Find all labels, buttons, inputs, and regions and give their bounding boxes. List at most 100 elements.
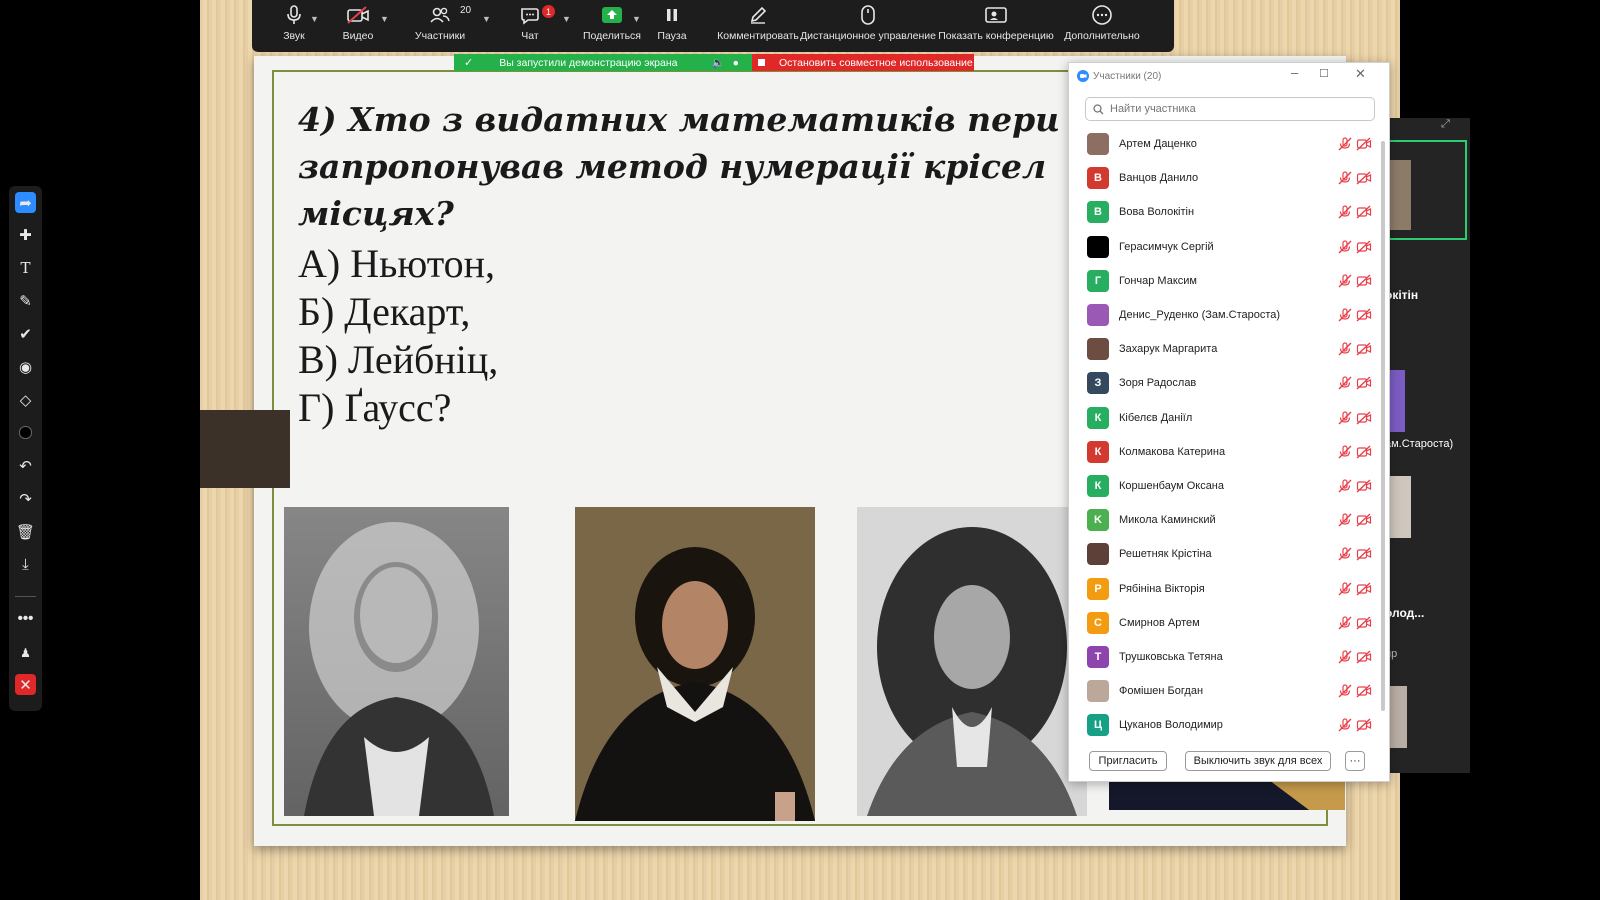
video-off-icon[interactable] (1356, 375, 1372, 391)
video-off-icon[interactable] (1356, 239, 1372, 255)
video-off-icon[interactable] (1356, 170, 1372, 186)
clear-trash-icon[interactable]: 🗑 (15, 521, 36, 542)
participant-row[interactable]: К Колмакова Катерина (1069, 435, 1375, 469)
participant-row[interactable]: Артем Даценко (1069, 127, 1375, 161)
search-input[interactable] (1108, 102, 1362, 116)
video-off-icon[interactable] (1356, 478, 1372, 494)
participant-row[interactable]: Фомішен Богдан (1069, 674, 1375, 708)
color-format-icon[interactable] (15, 422, 36, 443)
annotator-name-icon[interactable]: ♟ (15, 642, 36, 663)
participant-row[interactable]: Герасимчук Сергій (1069, 230, 1375, 264)
select-arrow-icon[interactable]: ➦ (15, 192, 36, 213)
move-icon[interactable]: ✚ (15, 224, 36, 245)
more-button[interactable]: Дополнительно (1062, 0, 1142, 52)
more-options-button[interactable]: ··· (1345, 751, 1365, 771)
muted-mic-icon[interactable] (1337, 204, 1353, 220)
video-caret-icon[interactable]: ▼ (380, 14, 389, 24)
muted-mic-icon[interactable] (1337, 546, 1353, 562)
muted-mic-icon[interactable] (1337, 478, 1353, 494)
participant-search[interactable] (1085, 97, 1375, 121)
gallery-name: ам.Староста) (1385, 438, 1454, 450)
audio-button[interactable]: Звук (274, 0, 314, 52)
participant-row[interactable]: K Микола Каминский (1069, 503, 1375, 537)
muted-mic-icon[interactable] (1337, 615, 1353, 631)
video-off-icon[interactable] (1356, 615, 1372, 631)
muted-mic-icon[interactable] (1337, 273, 1353, 289)
annotate-button[interactable]: Комментировать (717, 0, 799, 52)
invite-button[interactable]: Пригласить (1089, 751, 1167, 771)
video-off-icon[interactable] (1356, 581, 1372, 597)
participants-caret-icon[interactable]: ▼ (482, 14, 491, 24)
video-off-icon[interactable] (1356, 307, 1372, 323)
chat-badge: 1 (542, 5, 555, 18)
video-off-icon[interactable] (1356, 410, 1372, 426)
shield-icon[interactable]: ● (733, 57, 739, 69)
video-off-icon[interactable] (1356, 717, 1372, 733)
remote-control-button[interactable]: Дистанционное управление (800, 0, 936, 52)
video-off-icon[interactable] (1356, 341, 1372, 357)
show-conference-button[interactable]: Показать конференцию (938, 0, 1054, 52)
more-options-icon[interactable]: ••• (15, 608, 36, 629)
video-button[interactable]: Видео (338, 0, 378, 52)
muted-mic-icon[interactable] (1337, 581, 1353, 597)
participant-row[interactable]: В Ванцов Данило (1069, 161, 1375, 195)
minimize-icon[interactable]: – (1291, 65, 1298, 80)
participant-row[interactable]: В Вова Волокітін (1069, 195, 1375, 229)
share-caret-icon[interactable]: ▼ (632, 14, 641, 24)
muted-mic-icon[interactable] (1337, 717, 1353, 733)
video-off-icon[interactable] (1356, 546, 1372, 562)
list-scrollbar[interactable] (1381, 141, 1385, 711)
participant-row[interactable]: Решетняк Крістіна (1069, 537, 1375, 571)
close-icon[interactable]: ✕ (1355, 66, 1366, 82)
stamp-check-icon[interactable]: ✔ (15, 323, 36, 344)
text-icon[interactable]: T (15, 257, 36, 278)
close-annotation-icon[interactable]: ✕ (15, 674, 36, 695)
chat-caret-icon[interactable]: ▼ (562, 14, 571, 24)
muted-mic-icon[interactable] (1337, 341, 1353, 357)
muted-mic-icon[interactable] (1337, 170, 1353, 186)
muted-mic-icon[interactable] (1337, 683, 1353, 699)
muted-mic-icon[interactable] (1337, 307, 1353, 323)
video-off-icon[interactable] (1356, 512, 1372, 528)
muted-mic-icon[interactable] (1337, 410, 1353, 426)
muted-mic-icon[interactable] (1337, 444, 1353, 460)
speaker-icon[interactable]: 🔈 (712, 56, 725, 69)
undo-icon[interactable]: ↶ (15, 455, 36, 476)
muted-mic-icon[interactable] (1337, 136, 1353, 152)
pause-share-button[interactable]: Пауза (652, 0, 692, 52)
participant-row[interactable]: Т Трушковська Тетяна (1069, 640, 1375, 674)
video-off-icon[interactable] (1356, 204, 1372, 220)
participant-row[interactable]: К Коршенбаум Оксана (1069, 469, 1375, 503)
participant-row[interactable]: Денис_Руденко (Зам.Староста) (1069, 298, 1375, 332)
video-off-icon[interactable] (1356, 683, 1372, 699)
participant-row[interactable]: Захарук Маргарита (1069, 332, 1375, 366)
share-button[interactable]: Поделиться (582, 0, 642, 52)
draw-pen-icon[interactable]: ✎ (15, 290, 36, 311)
muted-mic-icon[interactable] (1337, 512, 1353, 528)
eraser-icon[interactable]: ◇ (15, 389, 36, 410)
participant-row[interactable]: З Зоря Радослав (1069, 366, 1375, 400)
expand-icon[interactable]: ⤢ (1441, 118, 1450, 131)
video-off-icon[interactable] (1356, 649, 1372, 665)
redo-icon[interactable]: ↷ (15, 488, 36, 509)
participant-row[interactable]: С Смирнов Артем (1069, 606, 1375, 640)
answer-d: Г) Ґаусс? (298, 385, 452, 430)
participant-row[interactable]: К Кібелєв Даніїл (1069, 401, 1375, 435)
participant-row[interactable]: Р Рябініна Вікторія (1069, 571, 1375, 605)
stop-share-button[interactable]: Остановить совместное использование (752, 54, 974, 71)
active-speaker-tile[interactable] (1385, 140, 1467, 240)
participant-row[interactable]: Г Гончар Максим (1069, 264, 1375, 298)
participant-row[interactable]: Ц Цуканов Володимир (1069, 708, 1375, 742)
mute-all-button[interactable]: Выключить звук для всех (1185, 751, 1331, 771)
video-off-icon[interactable] (1356, 444, 1372, 460)
audio-caret-icon[interactable]: ▼ (310, 14, 319, 24)
maximize-icon[interactable]: ☐ (1319, 67, 1329, 80)
muted-mic-icon[interactable] (1337, 649, 1353, 665)
muted-mic-icon[interactable] (1337, 375, 1353, 391)
save-download-icon[interactable]: ⤓ (15, 554, 36, 575)
pause-label: Пауза (657, 30, 687, 42)
video-off-icon[interactable] (1356, 273, 1372, 289)
spotlight-icon[interactable]: ◉ (15, 356, 36, 377)
video-off-icon[interactable] (1356, 136, 1372, 152)
muted-mic-icon[interactable] (1337, 239, 1353, 255)
